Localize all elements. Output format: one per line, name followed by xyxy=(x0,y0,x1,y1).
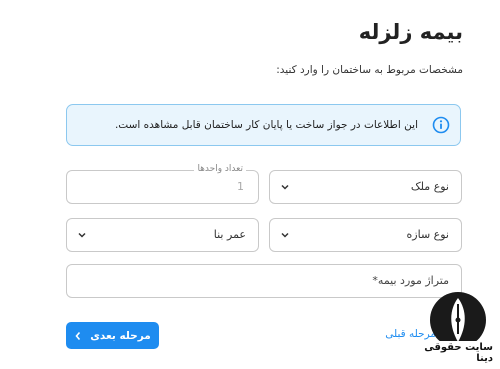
property-type-select[interactable]: نوع ملک xyxy=(269,170,462,204)
next-step-button[interactable]: مرحله بعدی xyxy=(66,322,159,349)
insured-area-placeholder: متراژ مورد بیمه* xyxy=(372,274,449,287)
unit-count-field[interactable]: تعداد واحدها 1 xyxy=(66,164,259,204)
next-step-label: مرحله بعدی xyxy=(90,329,151,342)
structure-type-select[interactable]: نوع سازه xyxy=(269,218,462,252)
unit-count-value: 1 xyxy=(237,180,244,193)
chevron-down-icon xyxy=(281,232,289,238)
chevron-left-icon xyxy=(75,331,81,340)
earthquake-insurance-form: بیمه زلزله مشخصات مربوط به ساختمان را وا… xyxy=(0,0,500,369)
info-banner: این اطلاعات در جواز ساخت یا پایان کار سا… xyxy=(66,104,461,146)
building-age-value: عمر بنا xyxy=(213,228,246,241)
insured-area-input[interactable]: متراژ مورد بیمه* xyxy=(66,264,462,298)
structure-type-value: نوع سازه xyxy=(406,228,449,241)
watermark-text: سایت حقوقی دینا xyxy=(416,341,496,365)
page-subtitle: مشخصات مربوط به ساختمان را وارد کنید: xyxy=(276,64,463,76)
info-icon xyxy=(432,116,450,134)
property-type-value: نوع ملک xyxy=(410,180,449,193)
page-title: بیمه زلزله xyxy=(358,20,463,44)
chevron-down-icon xyxy=(78,232,86,238)
chevron-down-icon xyxy=(281,184,289,190)
unit-count-label: تعداد واحدها xyxy=(194,164,246,174)
site-watermark: سایت حقوقی دینا xyxy=(416,290,500,369)
info-text: این اطلاعات در جواز ساخت یا پایان کار سا… xyxy=(114,119,418,131)
building-age-select[interactable]: عمر بنا xyxy=(66,218,259,252)
